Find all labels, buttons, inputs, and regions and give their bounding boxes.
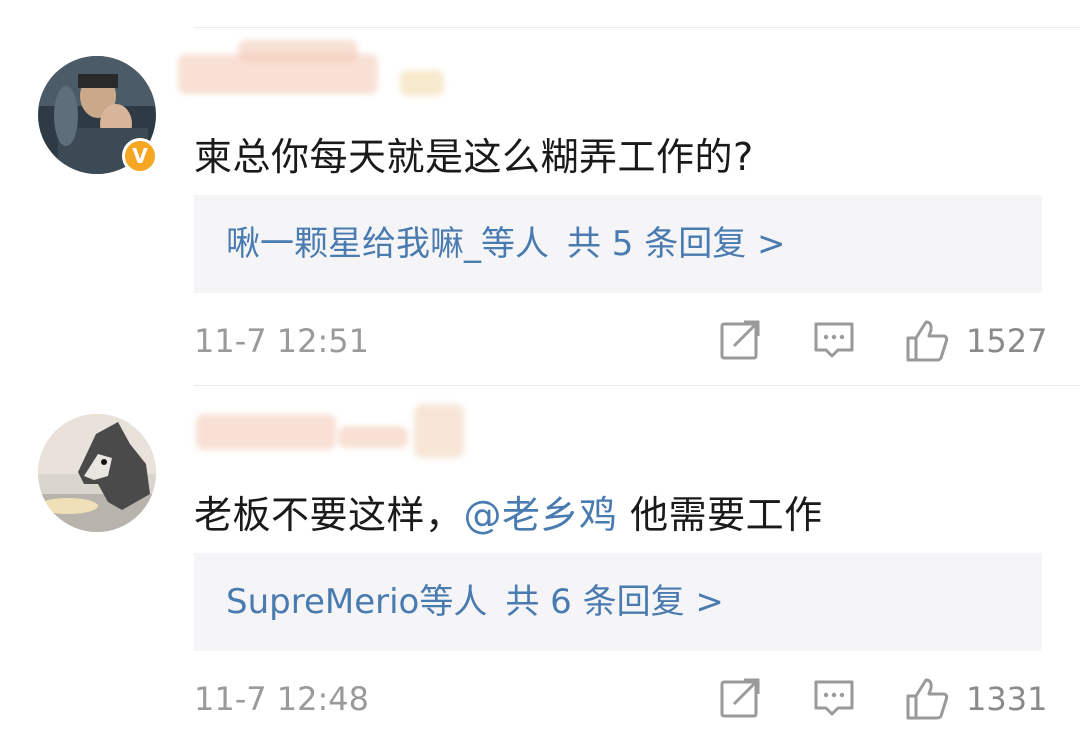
username-blurred[interactable] (178, 400, 468, 460)
share-icon[interactable] (718, 318, 762, 362)
replies-users: SupreMerio等人 (226, 582, 488, 622)
comment-footer: 11-7 12:51 1527 (194, 318, 1047, 368)
mention-link[interactable]: @老乡鸡 (464, 493, 618, 537)
replies-count: 共 6 条回复 > (505, 582, 724, 622)
replies-preview[interactable]: SupreMerio等人共 6 条回复 > (194, 553, 1042, 651)
replies-preview[interactable]: 啾一颗星给我嘛_等人共 5 条回复 > (194, 195, 1042, 293)
avatar-image (38, 414, 156, 532)
share-icon[interactable] (718, 676, 762, 720)
replies-count: 共 5 条回复 > (567, 224, 786, 264)
like-count: 1331 (966, 680, 1048, 718)
like-icon[interactable] (904, 676, 950, 722)
verified-badge-icon: V (122, 138, 158, 174)
comment-text: 老板不要这样，@老乡鸡 他需要工作 (194, 493, 823, 537)
comment-divider (194, 385, 1080, 386)
replies-users: 啾一颗星给我嘛_等人 (226, 224, 549, 264)
like-count: 1527 (966, 322, 1048, 360)
timestamp: 11-7 12:51 (194, 322, 370, 360)
comment-icon[interactable] (812, 676, 856, 720)
like-icon[interactable] (904, 318, 950, 364)
avatar[interactable]: V (38, 56, 158, 174)
comment-icon[interactable] (812, 318, 856, 362)
avatar[interactable] (38, 414, 156, 532)
comment-footer: 11-7 12:48 1331 (194, 676, 1047, 726)
username-blurred[interactable] (178, 40, 468, 100)
timestamp: 11-7 12:48 (194, 680, 370, 718)
comment-text: 柬总你每天就是这么糊弄工作的? (194, 135, 754, 179)
top-divider (194, 27, 1080, 28)
